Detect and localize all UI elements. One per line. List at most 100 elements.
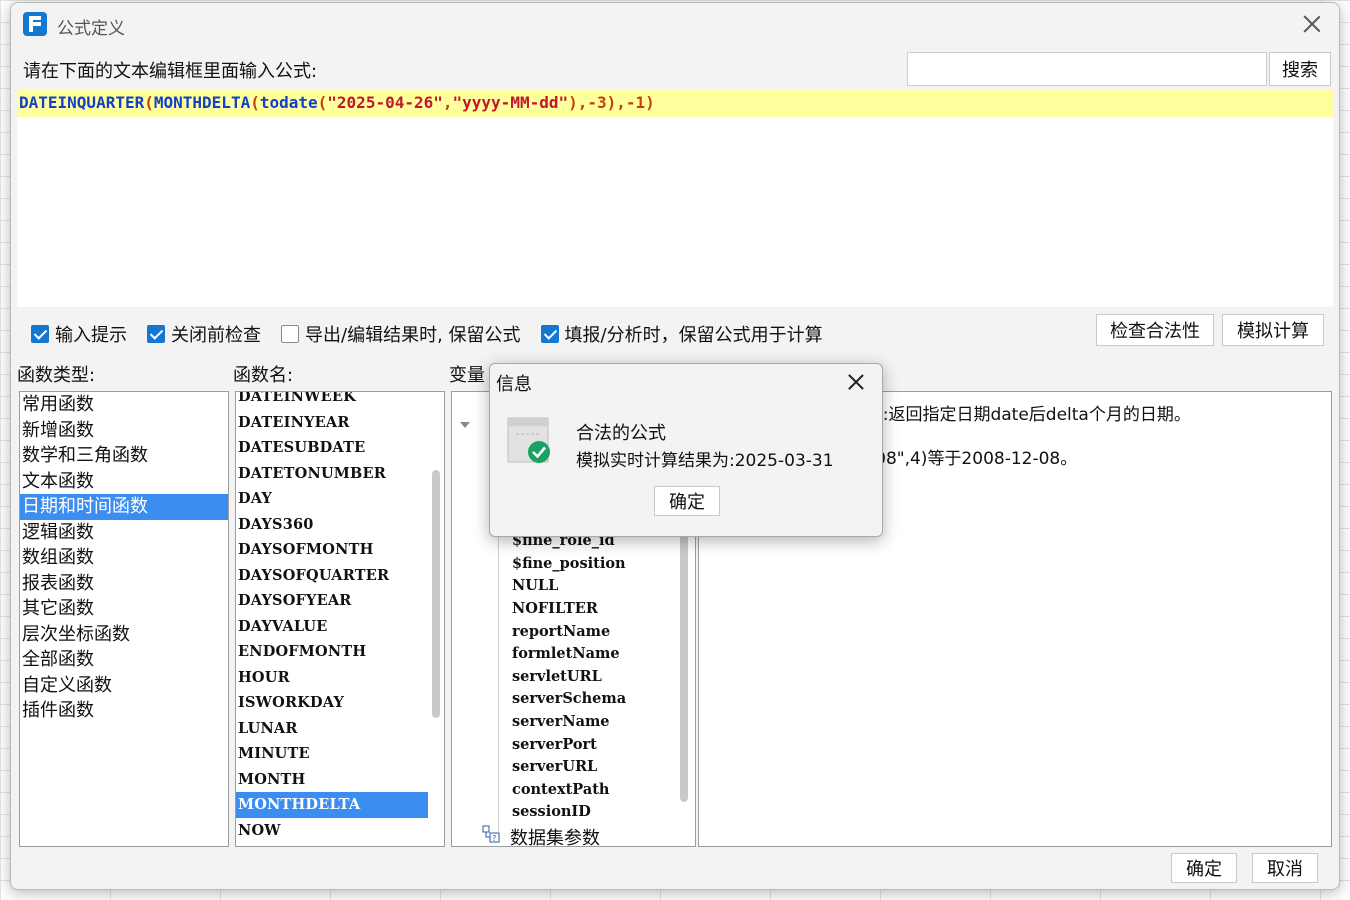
function-item[interactable]: DAYSOFYEAR bbox=[236, 588, 436, 614]
category-item[interactable]: 全部函数 bbox=[20, 647, 228, 673]
info-popup: 信息 合法的公式 模拟实时计算结果为:2025-03-31 确定 bbox=[489, 363, 883, 537]
formula-token: DATEINQUARTER bbox=[19, 93, 145, 112]
titlebar: 公式定义 bbox=[11, 3, 1339, 45]
variable-tree-scrollbar[interactable] bbox=[680, 522, 688, 802]
variable-item[interactable]: formletName bbox=[512, 645, 620, 662]
category-item-selected[interactable]: 日期和时间函数 bbox=[20, 494, 228, 520]
variable-item[interactable]: $fine_position bbox=[512, 555, 626, 572]
option-label: 关闭前检查 bbox=[171, 325, 261, 346]
variable-label: 变量 bbox=[449, 365, 485, 386]
check-validity-button[interactable]: 检查合法性 bbox=[1096, 314, 1214, 346]
formula-token: , bbox=[442, 93, 453, 112]
function-item[interactable]: DATEINYEAR bbox=[236, 410, 436, 436]
variable-item[interactable]: NOFILTER bbox=[512, 600, 598, 617]
formula-definition-dialog: 公式定义 请在下面的文本编辑框里面输入公式: 搜索 DATEINQUARTER(… bbox=[10, 2, 1340, 890]
function-item[interactable]: DATESUBDATE bbox=[236, 435, 436, 461]
variable-item[interactable]: servletURL bbox=[512, 668, 602, 685]
function-item[interactable]: NOW bbox=[236, 818, 436, 844]
option-keep-formula-on-export[interactable]: 导出/编辑结果时, 保留公式 bbox=[281, 321, 521, 347]
option-input-hint[interactable]: 输入提示 bbox=[31, 321, 127, 347]
category-item[interactable]: 层次坐标函数 bbox=[20, 622, 228, 648]
category-item[interactable]: 数学和三角函数 bbox=[20, 443, 228, 469]
variable-item[interactable]: serverName bbox=[512, 713, 610, 730]
popup-title: 信息 bbox=[496, 374, 532, 395]
category-item[interactable]: 常用函数 bbox=[20, 392, 228, 418]
category-item[interactable]: 插件函数 bbox=[20, 698, 228, 724]
variable-item[interactable]: contextPath bbox=[512, 781, 609, 798]
popup-message: 合法的公式 bbox=[576, 423, 666, 444]
close-icon[interactable] bbox=[1301, 13, 1323, 35]
function-item[interactable]: DAYVALUE bbox=[236, 614, 436, 640]
checkbox-icon[interactable] bbox=[281, 325, 299, 343]
variable-item[interactable]: serverSchema bbox=[512, 690, 626, 707]
checkbox-icon[interactable] bbox=[540, 325, 559, 343]
function-item[interactable]: DAY bbox=[236, 486, 436, 512]
function-list[interactable]: DATEINWEEK DATEINYEAR DATESUBDATE DATETO… bbox=[235, 391, 445, 847]
formula-editor[interactable]: DATEINQUARTER(MONTHDELTA(todate("2025-04… bbox=[17, 89, 1333, 307]
function-item-selected[interactable]: MONTHDELTA bbox=[236, 792, 428, 818]
function-item[interactable]: DATETONUMBER bbox=[236, 461, 436, 487]
function-item[interactable]: DAYSOFMONTH bbox=[236, 537, 436, 563]
function-label: 函数名: bbox=[233, 365, 294, 386]
option-keep-formula-for-calc[interactable]: 填报/分析时，保留公式用于计算 bbox=[540, 321, 823, 347]
options-row: 输入提示 关闭前检查 导出/编辑结果时, 保留公式 填报/分析时，保留公式用于计… bbox=[31, 319, 843, 349]
svg-text:?: ? bbox=[492, 834, 496, 843]
category-item[interactable]: 数组函数 bbox=[20, 545, 228, 571]
description-line-2: -08",4)等于2008-12-08。 bbox=[869, 449, 1078, 469]
collapse-arrow-icon[interactable] bbox=[460, 422, 470, 428]
formula-token: ),-3),-1) bbox=[568, 93, 655, 112]
search-button[interactable]: 搜索 bbox=[1269, 52, 1331, 86]
category-item[interactable]: 新增函数 bbox=[20, 418, 228, 444]
variable-group-label[interactable]: 数据集参数 bbox=[510, 824, 600, 846]
function-item[interactable]: DATEINWEEK bbox=[236, 392, 436, 410]
editor-prompt: 请在下面的文本编辑框里面输入公式: bbox=[23, 61, 318, 82]
checkbox-icon[interactable] bbox=[147, 325, 165, 343]
variable-item[interactable]: serverURL bbox=[512, 758, 597, 775]
formula-token: "2025-04-26" bbox=[327, 93, 443, 112]
dataset-param-icon: ? bbox=[482, 825, 500, 843]
cancel-button[interactable]: 取消 bbox=[1252, 853, 1318, 883]
function-item[interactable]: HOUR bbox=[236, 665, 436, 691]
function-item[interactable]: DAYSOFQUARTER bbox=[236, 563, 436, 589]
tree-guide-line bbox=[498, 532, 499, 832]
category-item[interactable]: 文本函数 bbox=[20, 469, 228, 495]
formula-token: ( bbox=[144, 93, 154, 112]
function-item[interactable]: ISWORKDAY bbox=[236, 690, 436, 716]
variable-item[interactable]: sessionID bbox=[512, 803, 591, 820]
popup-ok-button[interactable]: 确定 bbox=[654, 486, 720, 516]
variable-item[interactable]: serverPort bbox=[512, 736, 597, 753]
category-item[interactable]: 逻辑函数 bbox=[20, 520, 228, 546]
function-item[interactable]: MONTH bbox=[236, 767, 436, 793]
category-label: 函数类型: bbox=[17, 365, 96, 386]
function-item[interactable]: LUNAR bbox=[236, 716, 436, 742]
search-input[interactable] bbox=[907, 52, 1267, 86]
formula-token: ( bbox=[317, 93, 328, 112]
option-label: 导出/编辑结果时, 保留公式 bbox=[305, 325, 521, 346]
checkbox-icon[interactable] bbox=[31, 325, 49, 343]
popup-result: 模拟实时计算结果为:2025-03-31 bbox=[576, 451, 834, 471]
simulate-button[interactable]: 模拟计算 bbox=[1222, 314, 1324, 346]
option-check-before-close[interactable]: 关闭前检查 bbox=[147, 321, 261, 347]
variable-item[interactable]: NULL bbox=[512, 577, 558, 594]
category-item[interactable]: 其它函数 bbox=[20, 596, 228, 622]
formula-token: todate bbox=[259, 93, 318, 112]
category-item[interactable]: 自定义函数 bbox=[20, 673, 228, 699]
option-label: 输入提示 bbox=[55, 325, 127, 346]
category-item[interactable]: 报表函数 bbox=[20, 571, 228, 597]
app-logo-icon bbox=[23, 12, 47, 36]
popup-close-icon[interactable] bbox=[846, 372, 866, 392]
formula-line[interactable]: DATEINQUARTER(MONTHDELTA(todate("2025-04… bbox=[17, 89, 1333, 117]
variable-item[interactable]: reportName bbox=[512, 623, 610, 640]
function-item[interactable]: DAYS360 bbox=[236, 512, 436, 538]
window-title: 公式定义 bbox=[57, 19, 125, 39]
ok-button[interactable]: 确定 bbox=[1171, 853, 1237, 883]
formula-token: MONTHDELTA bbox=[153, 93, 251, 112]
description-line-1: ta):返回指定日期date后delta个月的日期。 bbox=[859, 405, 1191, 425]
category-list[interactable]: 常用函数 新增函数 数学和三角函数 文本函数 日期和时间函数 逻辑函数 数组函数… bbox=[19, 391, 229, 847]
function-item[interactable]: MINUTE bbox=[236, 741, 436, 767]
formula-token: ( bbox=[250, 93, 260, 112]
function-item[interactable]: ENDOFMONTH bbox=[236, 639, 436, 665]
option-label: 填报/分析时，保留公式用于计算 bbox=[564, 325, 823, 346]
function-list-scrollbar[interactable] bbox=[432, 470, 440, 718]
success-check-icon bbox=[506, 416, 552, 464]
